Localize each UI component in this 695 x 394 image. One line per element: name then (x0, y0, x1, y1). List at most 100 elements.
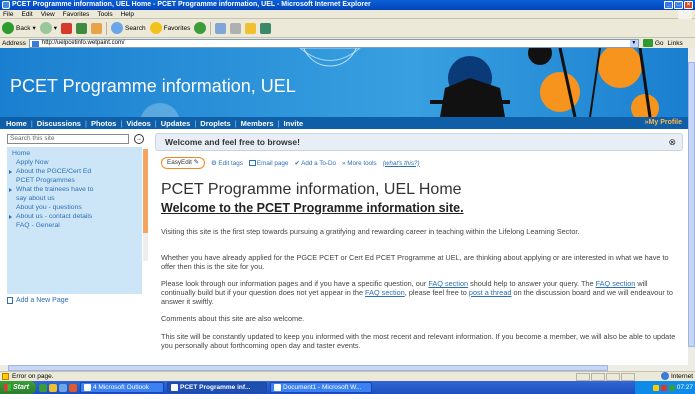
toolbar: Back ▾ ▾ Search Favorites (0, 19, 695, 38)
faq-link[interactable]: FAQ section (365, 288, 405, 297)
taskbar-ie[interactable]: PCET Programme inf... (167, 382, 267, 393)
maximize-button[interactable]: □ (674, 1, 683, 9)
nav-discussions[interactable]: Discussions (37, 119, 81, 128)
paragraph-4: Comments about this site are also welcom… (161, 314, 305, 323)
main-content: Welcome and feel free to browse! ⊗ EasyE… (155, 133, 685, 365)
word-icon (274, 384, 281, 391)
taskbar-outlook[interactable]: 4 Microsoft Outlook (80, 382, 164, 393)
faq-link[interactable]: FAQ section (596, 279, 636, 288)
refresh-icon[interactable] (75, 22, 87, 34)
nav-photos[interactable]: Photos (91, 119, 116, 128)
sidebar-item-home[interactable]: Home (7, 147, 142, 158)
welcome-banner: Welcome and feel free to browse! ⊗ (155, 133, 683, 151)
search-input[interactable]: Search this site (7, 133, 129, 144)
sidebar-item-about-pgce[interactable]: About the PGCE/Cert Ed (7, 167, 142, 176)
quicklaunch-icon[interactable] (49, 383, 57, 392)
warning-icon[interactable] (2, 373, 9, 380)
nav-invite[interactable]: Invite (284, 119, 304, 128)
nav-home[interactable]: Home (6, 119, 27, 128)
status-text: Error on page. (12, 373, 54, 380)
sidebar-item-apply-now[interactable]: Apply Now (7, 158, 142, 167)
address-input[interactable]: http://uelpcetinfo.wetpaint.com/ ▼ (28, 38, 639, 48)
windows-flag-icon (4, 384, 11, 391)
close-button[interactable]: × (684, 1, 693, 9)
status-bar: Error on page. Internet (0, 371, 695, 381)
go-button[interactable]: Go (642, 39, 664, 47)
forward-arrow-icon (39, 22, 52, 34)
email-page-link[interactable]: Email page (248, 159, 288, 167)
menu-tools[interactable]: Tools (97, 11, 112, 18)
history-icon[interactable] (194, 22, 207, 34)
menu-file[interactable]: File (3, 11, 13, 18)
sidebar-item-faq[interactable]: FAQ - General (7, 221, 142, 230)
nav-updates[interactable]: Updates (161, 119, 191, 128)
ie-icon (2, 1, 10, 9)
more-tools-link[interactable]: » More tools (342, 160, 377, 167)
page-viewport: PCET Programme information, UEL Home | Di… (0, 48, 688, 365)
faq-link[interactable]: FAQ section (428, 279, 468, 288)
site-banner: PCET Programme information, UEL (0, 48, 688, 117)
links-button[interactable]: Links (668, 40, 683, 47)
edit-tags-link[interactable]: ⚙ Edit tags (211, 160, 243, 167)
sidebar-item-about-pgce-cont[interactable]: PCET Programmes (7, 176, 142, 185)
paragraph-1: Visiting this site is the first step tow… (161, 227, 580, 236)
sidebar-item-trainees-cont[interactable]: say about us (7, 194, 142, 203)
quicklaunch-icon[interactable] (69, 383, 77, 392)
menu-edit[interactable]: Edit (21, 11, 32, 18)
site-search: Search this site → (7, 133, 147, 144)
favorites-button[interactable]: Favorites (149, 22, 190, 34)
back-button[interactable]: Back ▾ (2, 22, 36, 34)
print-icon[interactable] (230, 22, 242, 34)
sidebar-item-trainees[interactable]: What the trainees have to (7, 185, 142, 194)
add-todo-link[interactable]: ✔ Add a To-Do (294, 160, 336, 167)
nav-members[interactable]: Members (241, 119, 274, 128)
search-go-icon[interactable]: → (134, 133, 144, 144)
home-icon[interactable] (90, 22, 102, 34)
nav-videos[interactable]: Videos (126, 119, 150, 128)
taskbar-word[interactable]: Document1 - Microsoft W... (270, 382, 372, 393)
clock: 07:27 (676, 384, 693, 391)
security-zone: Internet (660, 372, 693, 380)
chevron-down-icon[interactable]: ▼ (629, 39, 638, 47)
menu-view[interactable]: View (41, 11, 55, 18)
tray-icon[interactable] (660, 384, 667, 391)
mail-icon[interactable] (215, 22, 227, 34)
ie-icon (171, 384, 178, 391)
quicklaunch-icon[interactable] (39, 383, 47, 392)
search-icon (110, 22, 123, 34)
close-circle-icon[interactable]: ⊗ (668, 134, 676, 150)
email-icon (248, 159, 256, 166)
menu-favorites[interactable]: Favorites (63, 11, 90, 18)
my-profile-link[interactable]: »My Profile (645, 119, 682, 126)
windows-logo-icon (678, 10, 692, 19)
quicklaunch-icon[interactable] (59, 383, 67, 392)
sidebar-nav: Home Apply Now About the PGCE/Cert Ed PC… (7, 147, 148, 294)
start-button[interactable]: Start (0, 381, 36, 394)
easyedit-button[interactable]: EasyEdit ✎ (161, 157, 205, 169)
window-title: PCET Programme information, UEL Home - P… (12, 1, 371, 8)
vertical-scrollbar[interactable] (688, 48, 695, 365)
nav-droplets[interactable]: Droplets (200, 119, 230, 128)
whats-this-link[interactable]: (what's this?) (383, 160, 420, 167)
tray-icon[interactable] (652, 384, 659, 391)
toolbar-divider (210, 21, 212, 35)
tray-icon[interactable] (668, 384, 675, 391)
sidebar-item-contact[interactable]: About us - contact details (7, 212, 142, 221)
forward-button[interactable]: ▾ (39, 22, 57, 34)
add-page-link[interactable]: Add a New Page (7, 297, 69, 304)
taskbar: Start 4 Microsoft Outlook PCET Programme… (0, 381, 695, 394)
toolbar-divider (105, 21, 107, 35)
sidebar-item-about-you[interactable]: About you - questions (7, 203, 142, 212)
menu-bar: File Edit View Favorites Tools Help (0, 10, 695, 19)
search-button[interactable]: Search (110, 22, 146, 34)
stop-icon[interactable] (60, 22, 72, 34)
site-nav: Home | Discussions | Photos | Videos | Updat… (0, 117, 688, 129)
messenger-icon[interactable] (260, 22, 272, 34)
post-thread-link[interactable]: post a thread (469, 288, 512, 297)
address-url: http://uelpcetinfo.wetpaint.com/ (41, 39, 125, 46)
minimize-button[interactable]: _ (664, 1, 673, 9)
folder-icon[interactable] (245, 22, 257, 34)
address-bar: Address http://uelpcetinfo.wetpaint.com/… (0, 38, 695, 48)
sidebar-scrollbar[interactable] (143, 149, 148, 261)
menu-help[interactable]: Help (121, 11, 134, 18)
